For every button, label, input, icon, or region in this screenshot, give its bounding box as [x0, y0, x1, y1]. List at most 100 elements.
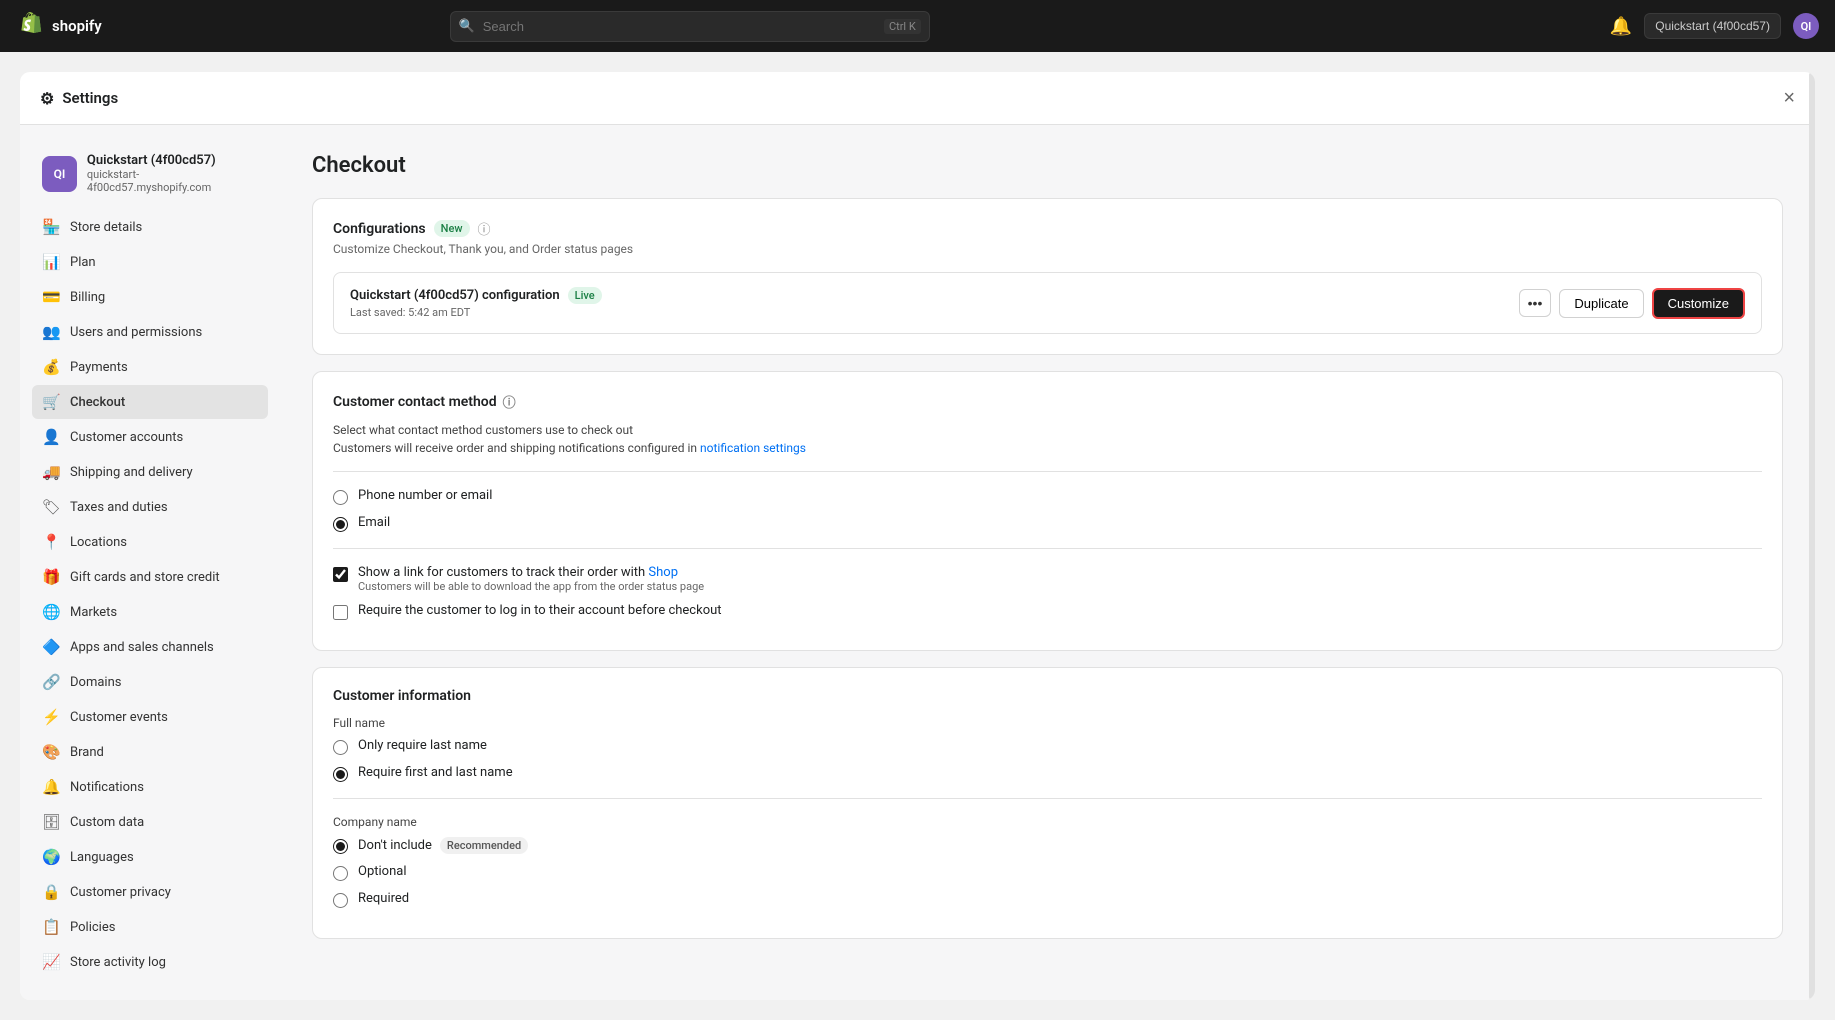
checkout-label: Checkout	[70, 395, 125, 410]
sidebar-item-users-permissions[interactable]: 👥 Users and permissions	[32, 315, 268, 349]
shop-track-checkbox[interactable]	[333, 567, 348, 582]
required-radio[interactable]	[333, 893, 348, 908]
taxes-duties-icon: 🏷	[42, 498, 60, 516]
settings-header: ⚙ Settings ×	[20, 72, 1815, 125]
sidebar-item-apps-sales-channels[interactable]: 🔷 Apps and sales channels	[32, 630, 268, 664]
more-options-button[interactable]: •••	[1519, 289, 1552, 317]
checkout-icon: 🛒	[42, 393, 60, 411]
customer-events-label: Customer events	[70, 710, 168, 725]
config-row: Quickstart (4f00cd57) configuration Live…	[333, 272, 1762, 334]
close-button[interactable]: ×	[1783, 88, 1795, 108]
phone-or-email-radio[interactable]	[333, 490, 348, 505]
contact-notify: Customers will receive order and shippin…	[333, 441, 1762, 455]
shop-link[interactable]: Shop	[648, 565, 678, 580]
sidebar-item-customer-accounts[interactable]: 👤 Customer accounts	[32, 420, 268, 454]
store-activity-log-icon: 📈	[42, 953, 60, 971]
notification-settings-link[interactable]: notification settings	[700, 441, 806, 455]
duplicate-button[interactable]: Duplicate	[1559, 289, 1643, 318]
sidebar-nav: 🏪 Store details 📊 Plan 💳 Billing 👥 Users…	[32, 210, 268, 979]
only-last-name-radio[interactable]	[333, 740, 348, 755]
bell-icon[interactable]: 🔔	[1610, 16, 1632, 37]
languages-icon: 🌍	[42, 848, 60, 866]
taxes-duties-label: Taxes and duties	[70, 500, 168, 515]
store-name: Quickstart (4f00cd57)	[87, 153, 258, 168]
settings-heading: Settings	[62, 89, 118, 107]
dont-include-radio[interactable]	[333, 839, 348, 854]
first-and-last-label: Require first and last name	[358, 765, 513, 780]
settings-title: ⚙ Settings	[40, 89, 118, 108]
contact-info-icon: ⓘ	[503, 392, 516, 411]
notifications-label: Notifications	[70, 780, 144, 795]
first-and-last-radio[interactable]	[333, 767, 348, 782]
sidebar-item-customer-privacy[interactable]: 🔒 Customer privacy	[32, 875, 268, 909]
store-details-icon: 🏪	[42, 218, 60, 236]
sidebar-item-notifications[interactable]: 🔔 Notifications	[32, 770, 268, 804]
policies-label: Policies	[70, 920, 115, 935]
dont-include-label: Don't include Recommended	[358, 837, 528, 854]
search-input[interactable]	[450, 11, 930, 42]
sidebar-item-customer-events[interactable]: ⚡ Customer events	[32, 700, 268, 734]
configurations-card: Configurations New ⓘ Customize Checkout,…	[312, 198, 1783, 355]
require-login-label: Require the customer to log in to their …	[358, 603, 722, 618]
sidebar-item-policies[interactable]: 📋 Policies	[32, 910, 268, 944]
configurations-header: Configurations New ⓘ	[333, 219, 1762, 238]
sidebar-item-gift-cards[interactable]: 🎁 Gift cards and store credit	[32, 560, 268, 594]
custom-data-label: Custom data	[70, 815, 144, 830]
gift-cards-label: Gift cards and store credit	[70, 570, 220, 585]
gear-icon: ⚙	[40, 89, 54, 108]
brand-icon: 🎨	[42, 743, 60, 761]
phone-or-email-label: Phone number or email	[358, 488, 492, 503]
require-login-checkbox[interactable]	[333, 605, 348, 620]
config-actions: ••• Duplicate Customize	[1519, 288, 1745, 319]
domains-icon: 🔗	[42, 673, 60, 691]
optional-radio[interactable]	[333, 866, 348, 881]
brand-label: Brand	[70, 745, 104, 760]
dont-include-option: Don't include Recommended	[333, 837, 1762, 854]
sidebar-item-store-details[interactable]: 🏪 Store details	[32, 210, 268, 244]
shopify-icon	[16, 12, 44, 40]
sidebar-item-store-activity-log[interactable]: 📈 Store activity log	[32, 945, 268, 979]
shipping-delivery-icon: 🚚	[42, 463, 60, 481]
only-last-name-option: Only require last name	[333, 738, 1762, 755]
sidebar-item-taxes-duties[interactable]: 🏷 Taxes and duties	[32, 490, 268, 524]
users-permissions-label: Users and permissions	[70, 325, 202, 340]
user-avatar[interactable]: QI	[1793, 13, 1819, 39]
sidebar-item-domains[interactable]: 🔗 Domains	[32, 665, 268, 699]
settings-body: QI Quickstart (4f00cd57) quickstart-4f00…	[20, 125, 1815, 1000]
shopify-logo[interactable]: shopify	[16, 12, 102, 40]
sidebar-item-payments[interactable]: 💰 Payments	[32, 350, 268, 384]
optional-option: Optional	[333, 864, 1762, 881]
customer-info-card: Customer information Full name Only requ…	[312, 667, 1783, 939]
configurations-title: Configurations	[333, 221, 426, 237]
customer-events-icon: ⚡	[42, 708, 60, 726]
customer-accounts-icon: 👤	[42, 428, 60, 446]
sidebar-item-locations[interactable]: 📍 Locations	[32, 525, 268, 559]
customer-info-title: Customer information	[333, 688, 1762, 704]
store-info: Quickstart (4f00cd57) quickstart-4f00cd5…	[87, 153, 258, 194]
sidebar-item-brand[interactable]: 🎨 Brand	[32, 735, 268, 769]
settings-window: ⚙ Settings × QI Quickstart (4f00cd57) qu…	[20, 72, 1815, 1000]
sidebar-item-shipping-delivery[interactable]: 🚚 Shipping and delivery	[32, 455, 268, 489]
sidebar-item-billing[interactable]: 💳 Billing	[32, 280, 268, 314]
sidebar-item-languages[interactable]: 🌍 Languages	[32, 840, 268, 874]
required-label: Required	[358, 891, 409, 906]
domains-label: Domains	[70, 675, 121, 690]
phone-or-email-option: Phone number or email	[333, 488, 1762, 505]
sidebar-item-markets[interactable]: 🌐 Markets	[32, 595, 268, 629]
first-and-last-option: Require first and last name	[333, 765, 1762, 782]
required-option: Required	[333, 891, 1762, 908]
billing-icon: 💳	[42, 288, 60, 306]
shop-track-sub: Customers will be able to download the a…	[358, 580, 704, 593]
sidebar-item-checkout[interactable]: 🛒 Checkout	[32, 385, 268, 419]
shopify-text: shopify	[52, 17, 102, 35]
topnav-right: 🔔 Quickstart (4f00cd57) QI	[1610, 13, 1819, 39]
contact-method-title: Customer contact method ⓘ	[333, 392, 1762, 411]
company-name-label: Company name	[333, 815, 1762, 829]
email-radio[interactable]	[333, 517, 348, 532]
store-selector[interactable]: Quickstart (4f00cd57)	[1644, 13, 1781, 39]
sidebar-item-custom-data[interactable]: 🗄 Custom data	[32, 805, 268, 839]
contact-select-label: Select what contact method customers use…	[333, 423, 1762, 437]
top-navigation: shopify 🔍 Ctrl K 🔔 Quickstart (4f00cd57)…	[0, 0, 1835, 52]
sidebar-item-plan[interactable]: 📊 Plan	[32, 245, 268, 279]
customize-button[interactable]: Customize	[1652, 288, 1745, 319]
